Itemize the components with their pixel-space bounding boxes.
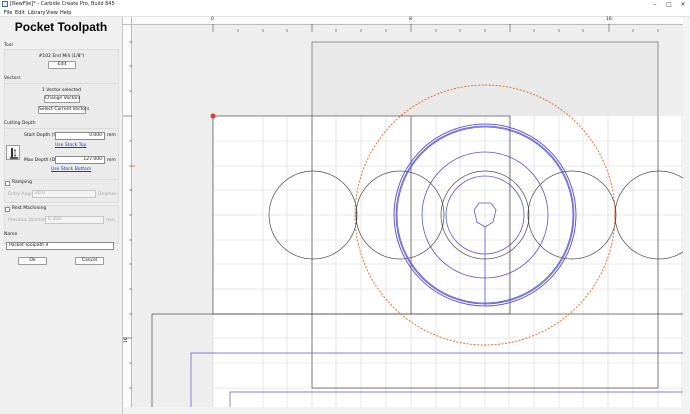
toolpath-panel: Pocket Toolpath Tool #102 End Mill (1/8"… bbox=[0, 17, 122, 414]
ruler-left-label-16: 16 bbox=[124, 337, 129, 343]
ramping-checkbox[interactable] bbox=[5, 181, 10, 186]
horizontal-scrollbar[interactable] bbox=[123, 407, 683, 414]
menu-view[interactable]: View bbox=[46, 9, 58, 17]
work-area bbox=[213, 116, 690, 414]
ruler-top: 0 8 16 bbox=[123, 17, 690, 32]
menu-library[interactable]: Library bbox=[28, 9, 45, 17]
start-depth-input[interactable]: 0.000 bbox=[55, 132, 105, 140]
design-svg[interactable] bbox=[123, 17, 690, 414]
menu-edit[interactable]: Edit bbox=[15, 9, 25, 17]
ramping-label: Ramping bbox=[12, 180, 32, 185]
max-depth-unit: mm bbox=[107, 158, 116, 163]
tool-section-label: Tool bbox=[4, 43, 13, 48]
use-stock-bottom-link[interactable]: Use Stock Bottom bbox=[51, 167, 91, 172]
ruler-left: 16 bbox=[123, 17, 132, 414]
toolpath-name-input[interactable]: Pocket Toolpath 4 bbox=[6, 242, 114, 250]
vertical-scrollbar[interactable] bbox=[683, 17, 690, 414]
previous-diameter-unit: mm bbox=[106, 218, 115, 223]
window-title: [NewFile]* - Carbide Create Pro, Build 8… bbox=[10, 1, 115, 7]
rest-machining-label: Rest Machining bbox=[12, 206, 47, 211]
vectors-section-label: Vectors bbox=[4, 76, 21, 81]
vectors-group: 1 Vector selected Change Vectors Select … bbox=[4, 83, 119, 134]
max-depth-input[interactable]: 127.000 bbox=[55, 156, 105, 164]
select-current-vectors-button[interactable]: Select Current Vectors bbox=[38, 106, 89, 114]
entry-angle-unit: Degrees bbox=[98, 192, 117, 197]
edit-tool-button[interactable]: Edit bbox=[48, 61, 76, 69]
minimize-icon[interactable]: – bbox=[648, 0, 662, 9]
menu-bar: File Edit Library View Help bbox=[0, 9, 690, 17]
ruler-top-ticks bbox=[212, 24, 659, 32]
start-depth-label: Start Depth (S) bbox=[24, 133, 58, 138]
use-stock-top-link[interactable]: Use Stock Top bbox=[55, 143, 86, 148]
previous-diameter-input[interactable]: 6.350 bbox=[45, 216, 104, 224]
cancel-button[interactable]: Cancel bbox=[75, 257, 104, 265]
tool-name: #102 End Mill (1/8") bbox=[38, 54, 85, 59]
maximize-icon[interactable]: □ bbox=[662, 0, 676, 9]
close-icon[interactable]: ✕ bbox=[676, 0, 690, 9]
name-section-label: Name bbox=[4, 232, 18, 237]
entry-angle-input[interactable]: 20.0 bbox=[32, 190, 96, 198]
ruler-top-label-16: 16 bbox=[606, 17, 612, 22]
menu-file[interactable]: File bbox=[4, 9, 12, 17]
ruler-corner bbox=[123, 17, 132, 25]
design-canvas[interactable]: 0 8 16 16 bbox=[123, 17, 690, 414]
previous-diameter-label: Previous Diameter bbox=[8, 218, 50, 223]
app-icon bbox=[2, 1, 8, 7]
max-depth-label: Max Depth (D) bbox=[24, 158, 57, 163]
ruler-top-label-0: 0 bbox=[211, 17, 214, 22]
change-vectors-button[interactable]: Change Vectors bbox=[44, 95, 80, 103]
depth-diagram-icon bbox=[6, 145, 20, 160]
ruler-top-label-8: 8 bbox=[409, 17, 412, 22]
entry-angle-label: Entry Angle bbox=[8, 192, 35, 197]
ok-button[interactable]: Ok bbox=[18, 257, 47, 265]
rest-machining-checkbox[interactable] bbox=[5, 207, 10, 212]
menu-help[interactable]: Help bbox=[60, 9, 71, 17]
origin-marker bbox=[210, 113, 216, 119]
ruler-left-ticks bbox=[123, 41, 132, 389]
title-bar: [NewFile]* - Carbide Create Pro, Build 8… bbox=[0, 0, 690, 9]
panel-title: Pocket Toolpath bbox=[14, 20, 108, 34]
vector-status: 1 Vector selected bbox=[41, 88, 82, 93]
start-depth-unit: mm bbox=[107, 133, 116, 138]
cutting-depth-section-label: Cutting Depth bbox=[4, 121, 36, 126]
